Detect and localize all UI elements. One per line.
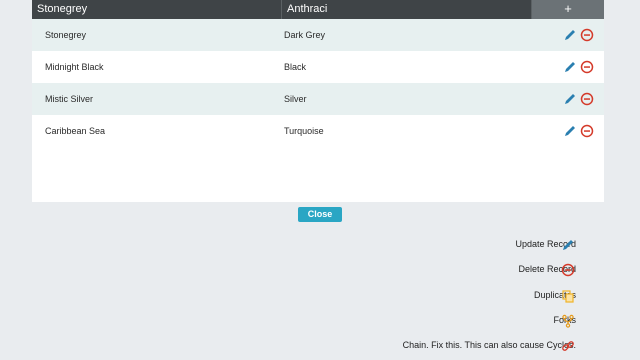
fork-icon (562, 314, 574, 328)
record-color: Silver (284, 94, 307, 104)
pencil-icon (563, 240, 573, 250)
record-color: Dark Grey (284, 30, 326, 40)
close-button[interactable]: Close (298, 207, 342, 222)
copy-icon (562, 290, 574, 303)
minus-circle-icon[interactable] (580, 124, 594, 138)
table-row: Stonegrey Dark Grey (32, 19, 604, 51)
pencil-icon[interactable] (563, 92, 577, 106)
record-name: Mistic Silver (45, 94, 94, 104)
record-color: Turquoise (284, 126, 324, 136)
pencil-icon[interactable] (563, 124, 577, 138)
name-input[interactable] (32, 0, 282, 19)
record-name: Midnight Black (45, 62, 104, 72)
record-name: Caribbean Sea (45, 126, 106, 136)
link-icon (562, 341, 574, 351)
new-record-row: + (32, 0, 604, 19)
legend-chain-label: Chain. Fix this. This can also cause Cyc… (402, 340, 576, 350)
minus-circle-icon[interactable] (580, 28, 594, 42)
record-color: Black (284, 62, 307, 72)
minus-circle-icon[interactable] (580, 92, 594, 106)
table-row: Midnight Black Black (32, 51, 604, 83)
pencil-icon[interactable] (563, 60, 577, 74)
table-row: Caribbean Sea Turquoise (32, 115, 604, 147)
pencil-icon[interactable] (563, 28, 577, 42)
record-editor: + Stonegrey Dark Grey Midnight Black Bla… (32, 0, 604, 202)
color-input[interactable] (282, 0, 532, 19)
minus-circle-icon (561, 263, 575, 277)
table-row: Mistic Silver Silver (32, 83, 604, 115)
minus-circle-icon[interactable] (580, 60, 594, 74)
record-name: Stonegrey (45, 30, 87, 40)
add-record-button[interactable]: + (532, 0, 604, 19)
